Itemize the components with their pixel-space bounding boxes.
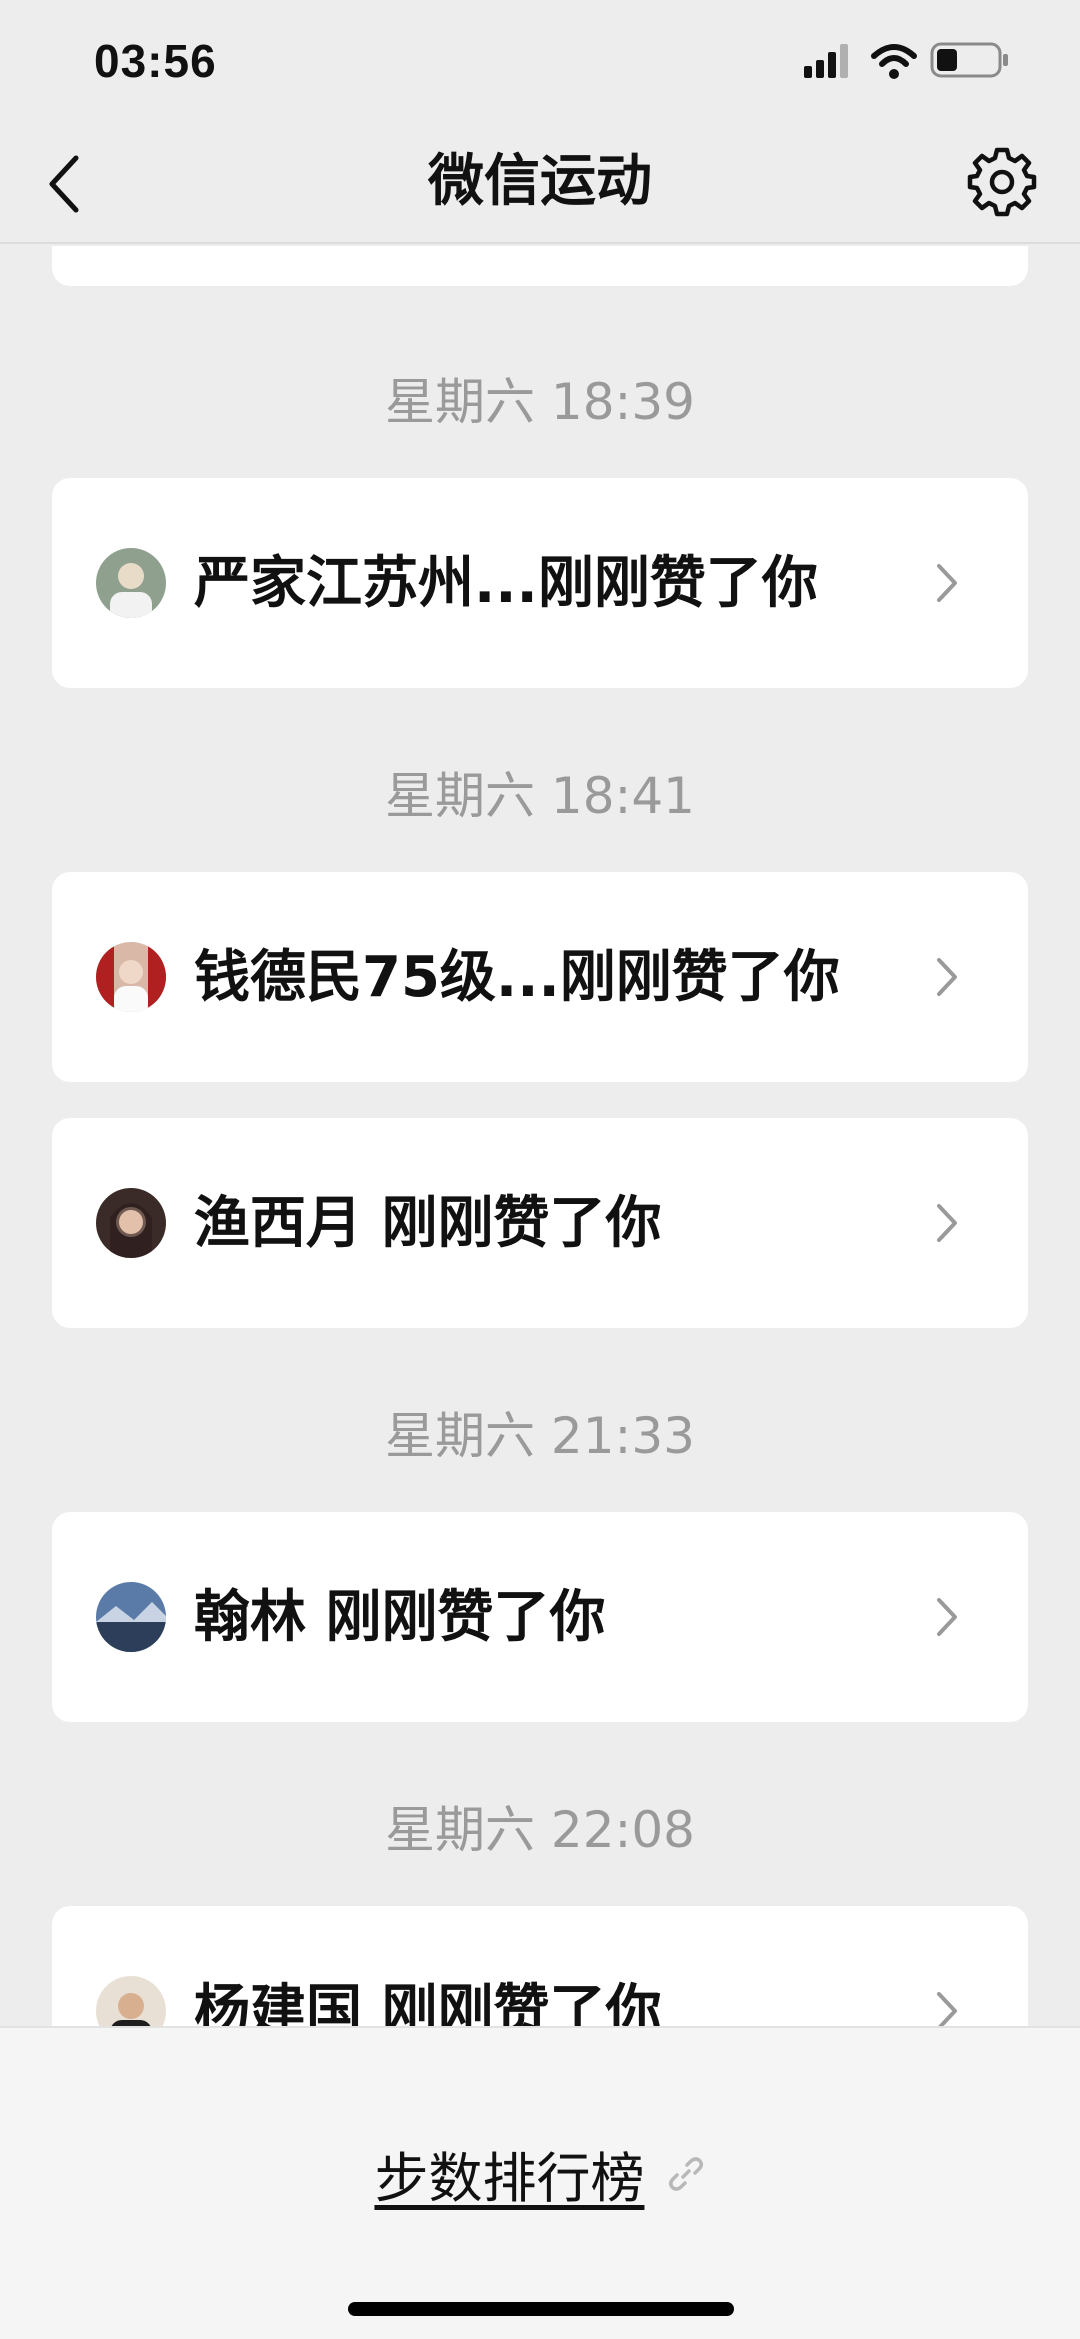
previous-card (52, 246, 1028, 286)
like-text: 翰林 刚刚赞了你 (194, 1585, 606, 1650)
avatar (96, 942, 166, 1012)
avatar (96, 548, 166, 618)
battery-icon (930, 42, 1008, 78)
like-item[interactable]: 翰林 刚刚赞了你 (52, 1512, 1028, 1722)
avatar (96, 1582, 166, 1652)
time-separator: 星期六 18:41 (385, 767, 695, 825)
time-separator: 星期六 22:08 (385, 1801, 695, 1859)
like-item[interactable]: 渔西月 刚刚赞了你 (52, 1118, 1028, 1328)
like-text: 钱德民75级...刚刚赞了你 (194, 945, 840, 1010)
avatar (96, 1976, 166, 2026)
step-ranking-label[interactable]: 步数排行榜 (374, 2147, 644, 2210)
time-separator: 星期六 18:39 (385, 373, 695, 431)
home-indicator (348, 2302, 734, 2316)
like-item[interactable]: 严家江苏州...刚刚赞了你 (52, 478, 1028, 688)
chevron-right-icon (937, 1598, 957, 1636)
chevron-right-icon (937, 958, 957, 996)
status-time: 03:56 (94, 35, 217, 87)
chevron-right-icon (937, 1992, 957, 2026)
status-icons (804, 42, 1008, 79)
gear-icon[interactable] (964, 144, 1040, 220)
nav-bar: 微信运动 (0, 120, 1080, 244)
chevron-right-icon (937, 564, 957, 602)
step-ranking-link[interactable]: 步数排行榜 (0, 2134, 1080, 2213)
like-item[interactable]: 杨建国 刚刚赞了你 (52, 1906, 1028, 2026)
like-text: 渔西月 刚刚赞了你 (194, 1191, 662, 1256)
wifi-icon (871, 44, 917, 79)
time-separator: 星期六 21:33 (385, 1407, 695, 1465)
like-text: 杨建国 刚刚赞了你 (194, 1979, 662, 2026)
page-title: 微信运动 (428, 149, 652, 214)
cellular-signal-icon (804, 44, 848, 78)
status-bar: 03:56 (0, 0, 1080, 120)
bottom-bar: 步数排行榜 (0, 2026, 1080, 2339)
link-icon (668, 2156, 703, 2191)
chevron-right-icon (937, 1204, 957, 1242)
avatar (96, 1188, 166, 1258)
like-feed: 星期六 18:39 严家江苏州...刚刚赞了你 星期六 18:41 钱德民75级… (0, 246, 1080, 2026)
like-item[interactable]: 钱德民75级...刚刚赞了你 (52, 872, 1028, 1082)
like-text: 严家江苏州...刚刚赞了你 (194, 551, 818, 616)
